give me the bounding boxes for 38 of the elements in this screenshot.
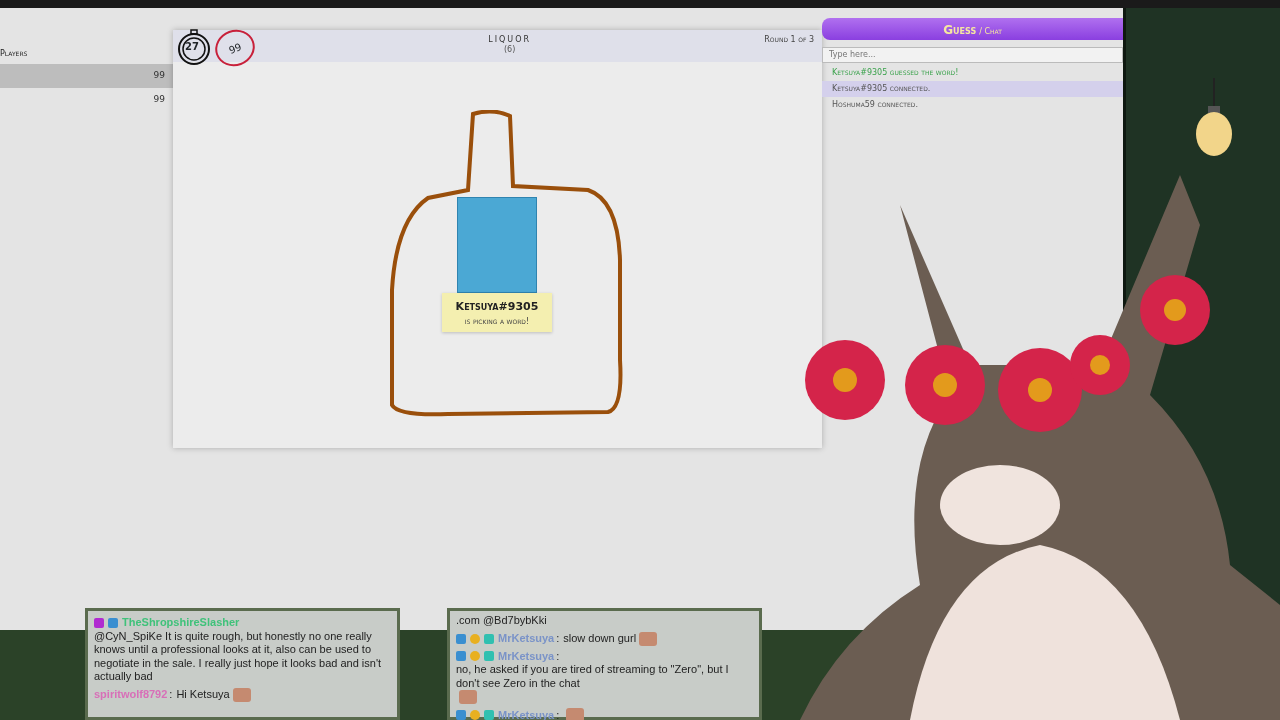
lightbulb-icon — [1194, 78, 1234, 158]
message-text: no, he asked if you are tired of streaming to "Zero", but I don't see Zero in the chat — [456, 663, 730, 690]
word-text: LIQUOR — [487, 35, 533, 45]
badge-icon — [456, 633, 466, 644]
colon-separator: : — [556, 632, 560, 646]
drawer-status: is picking a word! — [463, 315, 531, 328]
player-row[interactable]: 99 — [0, 64, 173, 88]
word-length: (6) — [502, 44, 517, 55]
username: MrKetsuya — [498, 632, 555, 646]
colon-separator: : — [556, 649, 560, 663]
badge-icon — [484, 651, 494, 662]
badge-icon — [470, 633, 480, 644]
colon-separator: : — [556, 708, 560, 720]
chat-message: Ketsuya#9305 guessed the word! — [831, 66, 960, 79]
round-label: Round 1 of 3 — [764, 34, 815, 46]
badge-icon — [94, 617, 104, 628]
timer-value: 27 — [185, 40, 199, 54]
chat-subtitle: / Chat — [979, 27, 1002, 36]
username: spiritwolf8792 — [94, 688, 168, 702]
guess-input-field[interactable]: Type here... — [822, 46, 1123, 63]
player-row[interactable]: 99 — [0, 88, 173, 112]
username: MrKetsuya — [498, 649, 555, 663]
chat-message: Hoshuma59 connected. — [831, 98, 919, 111]
message-text: .com @Bd7bybKki — [456, 614, 547, 628]
players-title: Players — [0, 48, 29, 60]
guess-title: Guess — [943, 23, 977, 37]
badge-icon — [456, 651, 466, 662]
message-text: Hi Ketsuya — [176, 688, 230, 702]
chat-message: Ketsuya#9305 connected. — [822, 80, 1123, 97]
message-text: @CyN_SpiKe It is quite rough, but honestly no one really knows until a professional looks at it, also can be used to negotiate in the sale. I really just hope it looks bad and isn't actually bad — [94, 629, 383, 684]
drawer-name: Ketsuya#9305 — [454, 299, 540, 315]
stopwatch-icon — [175, 28, 213, 66]
badge-icon — [108, 617, 118, 628]
badge-icon — [484, 633, 494, 644]
message-text: slow down gurl — [563, 632, 637, 646]
badge-icon — [470, 651, 480, 662]
username: TheShropshireSlasher — [122, 616, 240, 630]
colon-separator: : — [169, 688, 173, 702]
